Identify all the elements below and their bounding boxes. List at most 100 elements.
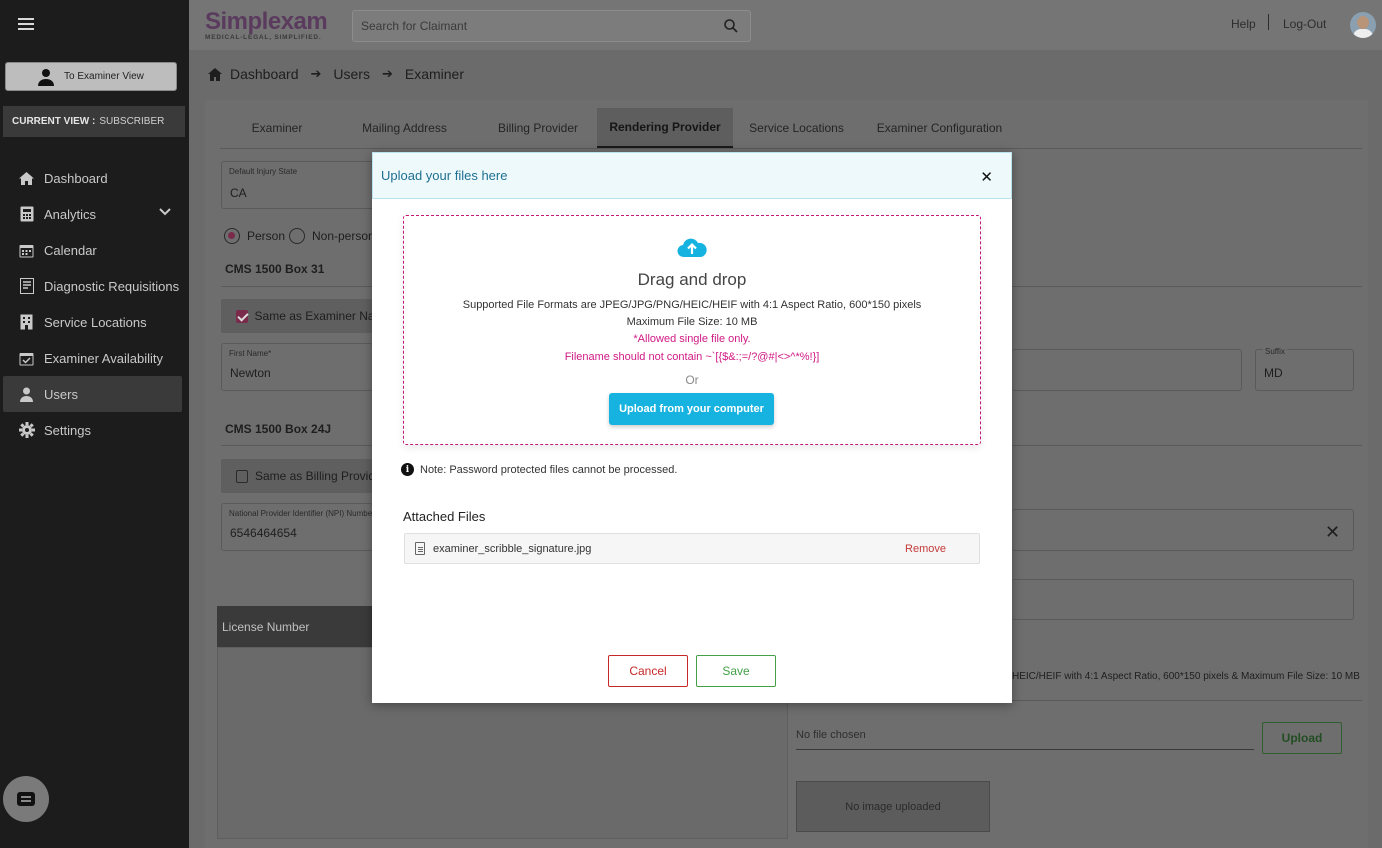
home-icon bbox=[18, 170, 35, 187]
cancel-button[interactable]: Cancel bbox=[608, 655, 688, 687]
clipboard-icon bbox=[18, 278, 35, 295]
tab-mailing-address[interactable]: Mailing Address bbox=[330, 108, 479, 148]
tab-service-locations[interactable]: Service Locations bbox=[733, 108, 860, 148]
file-icon bbox=[415, 542, 425, 555]
upload-button[interactable]: Upload bbox=[1262, 722, 1342, 754]
field-value: MD bbox=[1264, 366, 1283, 380]
field-value: 6546464654 bbox=[230, 526, 297, 540]
sidebar-item-label: Calendar bbox=[44, 242, 97, 258]
info-icon: i bbox=[401, 463, 414, 476]
same-as-billing-checkbox-row[interactable]: Same as Billing Provider bbox=[221, 459, 373, 493]
sidebar-item-service-locations[interactable]: Service Locations bbox=[0, 304, 189, 340]
tab-billing-provider[interactable]: Billing Provider bbox=[479, 108, 597, 148]
signature-formats-hint: HEIC/HEIF with 4:1 Aspect Ratio, 600*150… bbox=[1012, 671, 1360, 682]
sidebar-item-calendar[interactable]: Calendar bbox=[0, 232, 189, 268]
default-injury-state-field[interactable]: Default Injury State CA bbox=[221, 161, 381, 209]
sidebar-item-dashboard[interactable]: Dashboard bbox=[0, 160, 189, 196]
sidebar-item-examiner-availability[interactable]: Examiner Availability bbox=[0, 340, 189, 376]
claimant-search-input[interactable]: Search for Claimant bbox=[352, 10, 751, 42]
sidebar-item-label: Dashboard bbox=[44, 170, 108, 186]
field-label: National Provider Identifier (NPI) Numbe… bbox=[229, 509, 373, 518]
taxonomy-field[interactable] bbox=[1012, 509, 1354, 551]
attached-file-row: examiner_scribble_signature.jpg Remove bbox=[404, 533, 980, 564]
field-label: First Name* bbox=[229, 349, 272, 358]
close-icon[interactable]: ✕ bbox=[980, 168, 993, 186]
sidebar-nav: Dashboard Analytics Calendar Diagnostic … bbox=[0, 160, 189, 448]
chevron-down-icon[interactable] bbox=[159, 208, 171, 216]
checkbox-label: Same as Examiner Name bbox=[254, 309, 373, 323]
hamburger-menu-icon[interactable] bbox=[18, 18, 34, 33]
chat-widget-button[interactable] bbox=[3, 776, 49, 822]
current-view-indicator: CURRENT VIEW : SUBSCRIBER bbox=[3, 106, 185, 137]
attached-files-title: Attached Files bbox=[403, 509, 486, 524]
breadcrumb-dashboard[interactable]: Dashboard bbox=[230, 66, 299, 82]
radio-nonperson[interactable] bbox=[289, 228, 305, 244]
search-placeholder: Search for Claimant bbox=[361, 19, 468, 33]
attached-file-name: examiner_scribble_signature.jpg bbox=[433, 542, 592, 555]
sidebar-item-label: Examiner Availability bbox=[44, 350, 163, 366]
remove-file-button[interactable]: Remove bbox=[905, 543, 946, 555]
logo-wordmark: Simplexam bbox=[205, 8, 328, 35]
calendar-check-icon bbox=[18, 350, 35, 367]
sidebar-item-users[interactable]: Users bbox=[3, 376, 182, 412]
to-examiner-view-label: To Examiner View bbox=[64, 71, 144, 82]
breadcrumb-users[interactable]: Users bbox=[333, 66, 370, 82]
file-dropzone[interactable]: Drag and drop Supported File Formats are… bbox=[403, 215, 981, 445]
checkbox-label: Same as Billing Provider bbox=[254, 469, 373, 483]
app-logo[interactable]: Simplexam MEDICAL-LEGAL, SIMPLIFIED. bbox=[205, 8, 328, 41]
logo-tagline: MEDICAL-LEGAL, SIMPLIFIED. bbox=[205, 34, 322, 41]
last-name-field[interactable] bbox=[1012, 349, 1242, 391]
text-field[interactable] bbox=[1012, 579, 1354, 620]
calculator-icon bbox=[18, 206, 35, 223]
examiner-user-icon bbox=[38, 68, 54, 86]
sidebar-item-label: Settings bbox=[44, 422, 91, 438]
sidebar: To Examiner View CURRENT VIEW : SUBSCRIB… bbox=[0, 0, 189, 848]
no-file-chosen-field[interactable]: No file chosen bbox=[796, 729, 1254, 750]
radio-person[interactable] bbox=[224, 228, 240, 244]
sidebar-item-analytics[interactable]: Analytics bbox=[0, 196, 189, 232]
home-icon[interactable] bbox=[208, 67, 222, 81]
sidebar-item-label: Service Locations bbox=[44, 314, 147, 330]
same-as-examiner-checkbox[interactable] bbox=[236, 309, 248, 323]
tabs-divider bbox=[220, 148, 1362, 149]
suffix-field[interactable]: Suffix MD bbox=[1255, 347, 1354, 391]
first-name-field[interactable]: First Name* Newton bbox=[221, 343, 373, 391]
tab-examiner-configuration[interactable]: Examiner Configuration bbox=[860, 108, 1019, 148]
sidebar-item-settings[interactable]: Settings bbox=[0, 412, 189, 448]
tab-rendering-provider[interactable]: Rendering Provider bbox=[597, 108, 733, 148]
save-button[interactable]: Save bbox=[696, 655, 776, 687]
password-note: i Note: Password protected files cannot … bbox=[401, 463, 677, 476]
tab-examiner[interactable]: Examiner bbox=[224, 108, 330, 148]
npi-field[interactable]: National Provider Identifier (NPI) Numbe… bbox=[221, 503, 373, 551]
supported-formats-text: Supported File Formats are JPEG/JPG/PNG/… bbox=[462, 299, 922, 311]
field-label: Default Injury State bbox=[229, 167, 298, 176]
arrow-right-icon: ➔ bbox=[310, 66, 322, 81]
upload-modal: Upload your files here ✕ Drag and drop S… bbox=[372, 152, 1012, 703]
avatar[interactable] bbox=[1350, 12, 1376, 38]
help-link[interactable]: Help bbox=[1231, 17, 1256, 31]
calendar-icon bbox=[18, 242, 35, 259]
cloud-upload-icon bbox=[677, 238, 707, 258]
search-icon[interactable] bbox=[724, 19, 738, 33]
field-label: Suffix bbox=[1263, 347, 1287, 356]
logout-link[interactable]: Log-Out bbox=[1283, 17, 1326, 31]
to-examiner-view-button[interactable]: To Examiner View bbox=[5, 62, 177, 91]
modal-header: Upload your files here ✕ bbox=[372, 152, 1012, 199]
max-size-text: Maximum File Size: 10 MB bbox=[626, 316, 758, 328]
no-image-placeholder: No image uploaded bbox=[796, 781, 990, 832]
drag-drop-title: Drag and drop bbox=[637, 270, 747, 289]
section-title-box31: CMS 1500 Box 31 bbox=[225, 262, 325, 276]
note-text: Note: Password protected files cannot be… bbox=[420, 463, 678, 476]
upload-from-computer-button[interactable]: Upload from your computer bbox=[609, 393, 774, 425]
top-header: Simplexam MEDICAL-LEGAL, SIMPLIFIED. Sea… bbox=[189, 0, 1382, 50]
same-as-billing-checkbox[interactable] bbox=[236, 469, 248, 483]
sidebar-item-diagnostic-requisitions[interactable]: Diagnostic Requisitions bbox=[0, 268, 189, 304]
license-number-header: License Number bbox=[217, 606, 373, 647]
radio-nonperson-label: Non-person bbox=[312, 229, 375, 243]
field-value: Newton bbox=[230, 366, 271, 380]
breadcrumb-examiner: Examiner bbox=[404, 66, 465, 82]
tab-bar: Examiner Mailing Address Billing Provide… bbox=[224, 108, 1019, 148]
clear-icon[interactable]: ✕ bbox=[1325, 522, 1340, 543]
radio-person-label: Person bbox=[247, 229, 286, 243]
same-as-examiner-checkbox-row[interactable]: Same as Examiner Name bbox=[221, 299, 373, 333]
